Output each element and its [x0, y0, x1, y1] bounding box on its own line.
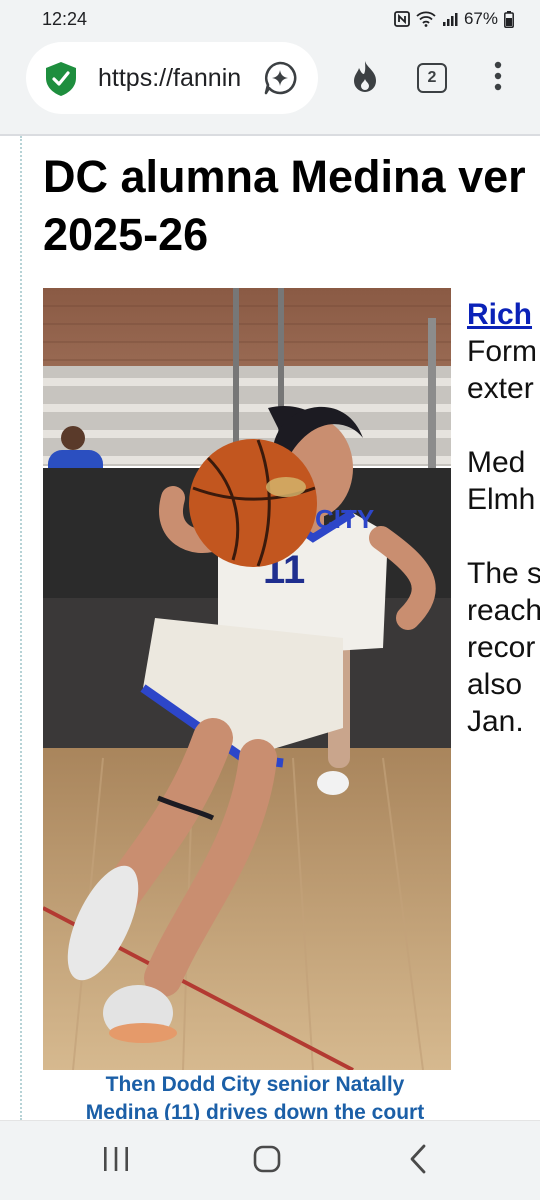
home-icon [253, 1145, 281, 1178]
battery-percent: 67% [463, 9, 498, 28]
browser-toolbar: https://fannin 2 [0, 38, 540, 134]
status-icons: 67% [394, 9, 514, 29]
body-line: The s [467, 557, 540, 590]
ai-assist-icon[interactable] [262, 60, 298, 96]
tabs-button[interactable]: 2 [412, 58, 452, 98]
article-body: Rich Form exter Med Elmh The s reach rec… [467, 296, 540, 740]
recent-apps-icon [101, 1146, 131, 1177]
tab-count: 2 [417, 63, 447, 93]
body-line: Med [467, 446, 526, 479]
caption-line-1: Then Dodd City senior Natally [105, 1073, 405, 1096]
photo-caption: Then Dodd City senior Natally Medina (11… [43, 1071, 467, 1120]
jersey-text: CITY [315, 504, 374, 534]
url-text[interactable]: https://fannin [98, 64, 274, 93]
web-page[interactable]: DC alumna Medina ver 2025-26 CITY 11 The… [0, 136, 540, 1120]
headline-line-2: 2025-26 [43, 209, 209, 260]
back-button[interactable] [396, 1143, 440, 1179]
shield-icon[interactable] [44, 61, 78, 102]
battery-icon [504, 10, 514, 28]
body-line: Form [467, 335, 537, 368]
article-photo[interactable]: CITY 11 [43, 288, 451, 1070]
back-icon [408, 1144, 428, 1179]
body-line: exter [467, 372, 534, 405]
status-time: 12:24 [42, 9, 88, 29]
flame-button[interactable] [345, 58, 385, 98]
more-vert-icon [494, 61, 502, 96]
article-headline: DC alumna Medina ver 2025-26 [43, 148, 540, 264]
menu-button[interactable] [478, 58, 518, 98]
caption-line-2: Medina (11) drives down the court [85, 1101, 425, 1120]
wifi-icon [416, 11, 436, 27]
dotted-rule [20, 136, 22, 1120]
body-line: reach [467, 594, 540, 627]
body-line: also [467, 668, 523, 701]
home-button[interactable] [245, 1143, 289, 1179]
signal-icon [442, 11, 458, 27]
headline-line-1: DC alumna Medina ver [43, 151, 526, 202]
system-nav-bar [0, 1120, 540, 1200]
address-bar[interactable]: https://fannin [26, 42, 318, 114]
nfc-icon [394, 11, 410, 27]
recent-apps-button[interactable] [94, 1143, 138, 1179]
flame-icon [350, 59, 380, 98]
status-bar: 12:24 67% [0, 0, 540, 38]
body-line: Elmh [467, 483, 536, 516]
author-link[interactable]: Rich [467, 296, 540, 333]
body-line: Jan. [467, 705, 524, 738]
body-line: recor [467, 631, 536, 664]
